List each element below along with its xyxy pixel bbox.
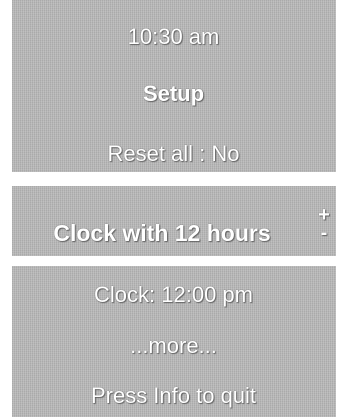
menu-title: Setup bbox=[142, 81, 205, 106]
reset-all-option[interactable]: Reset all : No bbox=[0, 139, 347, 169]
selected-option-clock-12-hours[interactable]: Clock with 12 hours bbox=[12, 218, 312, 248]
current-time-display: 10:30 am bbox=[127, 24, 220, 49]
more-option[interactable]: ...more... bbox=[0, 331, 347, 361]
quit-hint: Press Info to quit bbox=[90, 383, 257, 408]
clock-option[interactable]: Clock: 12:00 pm bbox=[0, 280, 347, 310]
minus-icon[interactable]: - bbox=[318, 223, 330, 243]
